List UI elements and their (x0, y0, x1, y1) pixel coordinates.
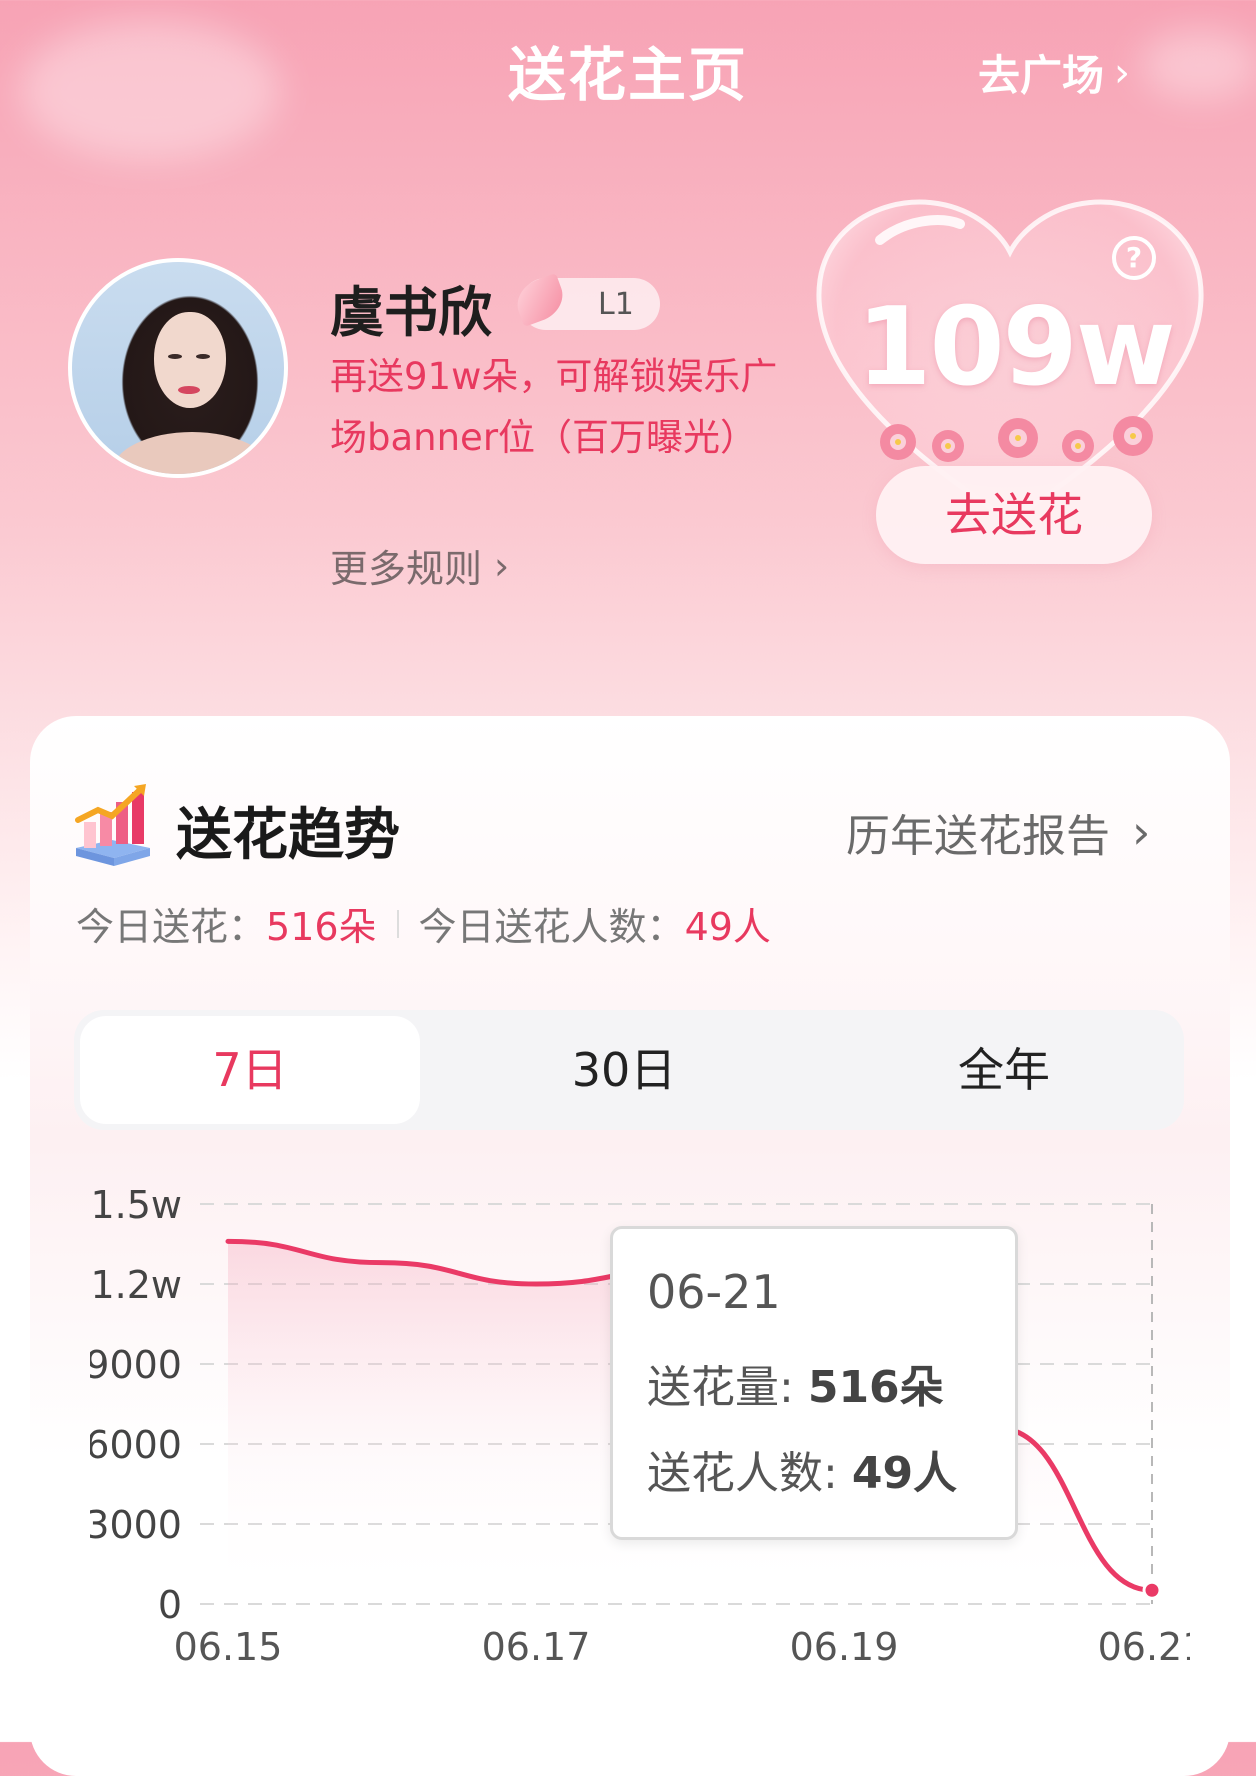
y-tick-label: 1.2w (90, 1263, 182, 1307)
total-flowers-count: 109w (856, 285, 1175, 410)
send-flowers-button[interactable]: 去送花 (876, 466, 1152, 564)
x-tick-label: 06.15 (174, 1625, 283, 1669)
y-tick-label: 3000 (90, 1503, 182, 1547)
tooltip-people-value: 49人 (851, 1448, 958, 1499)
y-tick-label: 1.5w (90, 1183, 182, 1227)
more-rules-label: 更多规则 (330, 547, 483, 591)
tooltip-people-label: 送花人数: (647, 1448, 838, 1499)
tooltip-amount-value: 516朵 (807, 1362, 944, 1413)
x-tick-label: 06.17 (482, 1625, 591, 1669)
x-tick-label: 06.21 (1098, 1625, 1190, 1669)
unlock-description: 再送91w朵，可解锁娱乐广场banner位（百万曝光） (330, 355, 778, 459)
tab-full-year[interactable]: 全年 (834, 1016, 1174, 1124)
user-name: 虞书欣 (330, 281, 492, 344)
y-tick-label: 9000 (90, 1343, 182, 1387)
tooltip-date: 06-21 (647, 1265, 781, 1319)
tab-30-days[interactable]: 30日 (454, 1016, 794, 1124)
petal-icon (510, 272, 570, 328)
annual-report-link[interactable]: 历年送花报告 › (846, 800, 1150, 864)
trend-title: 送花趋势 (176, 803, 400, 868)
data-point (1142, 1580, 1162, 1600)
go-plaza-label: 去广场 (978, 51, 1105, 100)
tooltip-people-row: 送花人数: 49人 (647, 1437, 957, 1501)
trend-chart-icon (75, 784, 150, 866)
x-tick-label: 06.19 (790, 1625, 899, 1669)
today-stats: 今日送花： 516朵 今日送花人数： 49人 (76, 896, 771, 951)
today-flowers-value: 516朵 (266, 905, 377, 949)
chevron-right-icon: › (494, 543, 510, 588)
level-badge: L1 (510, 272, 660, 330)
today-people-label: 今日送花人数： (418, 905, 685, 949)
annual-report-label: 历年送花报告 (846, 811, 1110, 862)
y-tick-label: 6000 (90, 1423, 182, 1467)
tab-7-days[interactable]: 7日 (80, 1016, 420, 1124)
today-flowers-label: 今日送花： (76, 905, 267, 949)
tooltip-amount-row: 送花量: 516朵 (647, 1351, 944, 1415)
divider (396, 909, 399, 938)
help-icon[interactable]: ? (1112, 236, 1156, 280)
period-tabs: 7日 30日 全年 (74, 1010, 1184, 1130)
go-plaza-link[interactable]: 去广场 › (978, 42, 1130, 103)
more-rules-link[interactable]: 更多规则 › (330, 538, 509, 593)
level-label: L1 (598, 286, 634, 322)
avatar[interactable] (68, 258, 288, 478)
chevron-right-icon: › (1114, 49, 1131, 96)
y-tick-label: 0 (158, 1583, 182, 1627)
chart-tooltip: 06-21 送花量: 516朵 送花人数: 49人 (610, 1226, 1018, 1540)
tooltip-amount-label: 送花量: (647, 1362, 794, 1413)
today-people-value: 49人 (684, 905, 771, 949)
chevron-right-icon: › (1132, 805, 1151, 859)
